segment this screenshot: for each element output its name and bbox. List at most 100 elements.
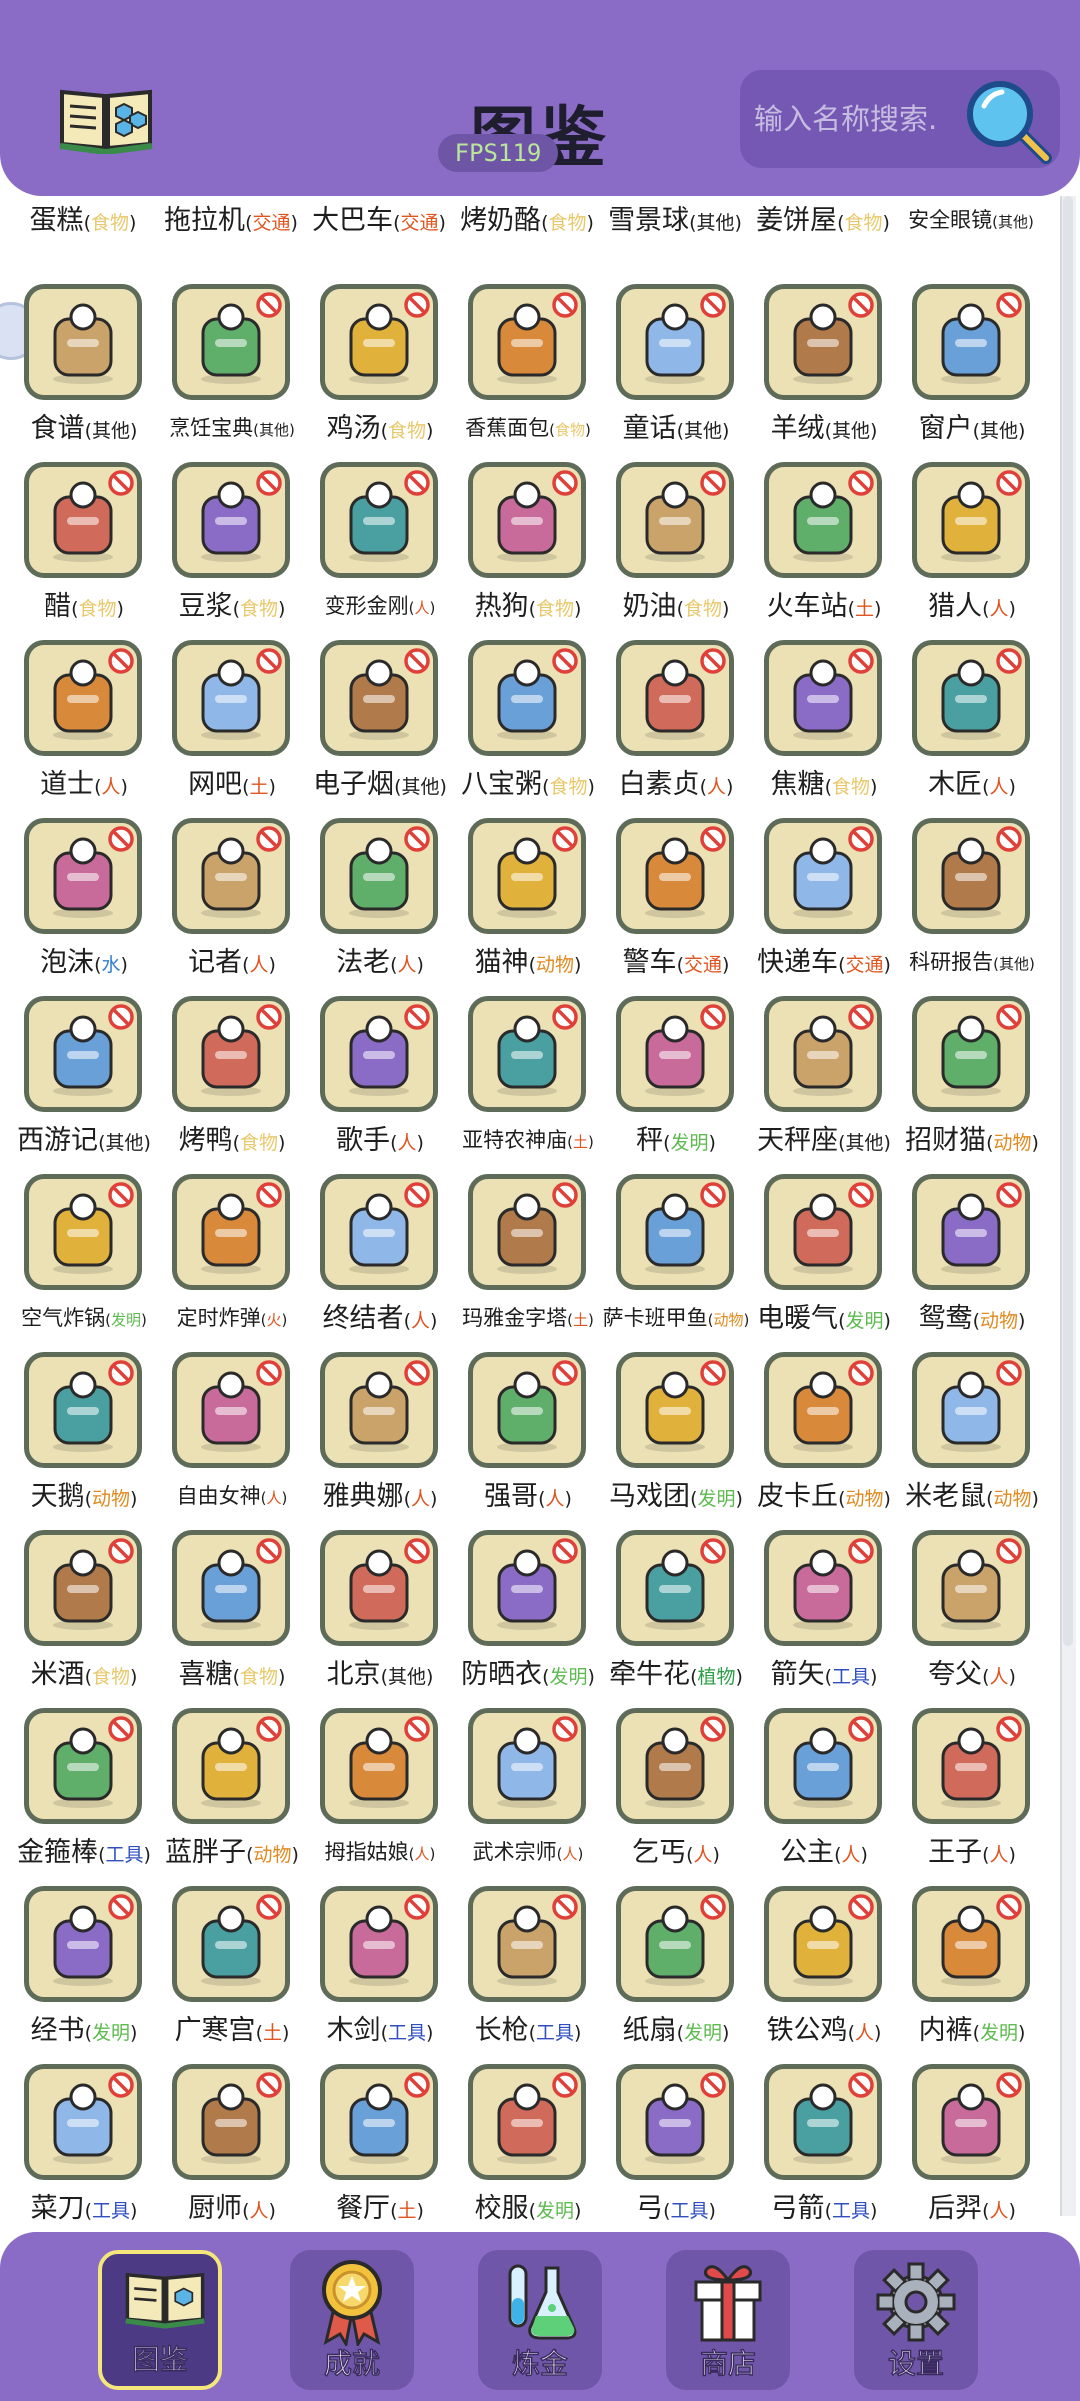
item-card[interactable]: 夸父(人) [888,1484,1036,1690]
item-card[interactable]: 北京(其他) [296,1484,444,1690]
item-card[interactable]: 歌手(人) [296,950,444,1156]
item-tile[interactable] [320,1708,438,1824]
item-card[interactable]: 强哥(人) [444,1306,592,1512]
item-tile[interactable] [172,1886,290,2002]
item-card[interactable]: 天秤座(其他) [740,950,891,1156]
item-tile[interactable] [764,1352,882,1468]
top-label[interactable]: 安全眼镜(其他) [886,204,1056,234]
item-tile[interactable] [172,1530,290,1646]
item-card[interactable]: 木匠(人) [888,594,1036,800]
item-card[interactable]: 金箍棒(工具) [0,1662,151,1868]
item-tile[interactable] [616,1352,734,1468]
item-tile[interactable] [172,284,290,400]
item-card[interactable]: 法老(人) [296,772,444,978]
item-tile[interactable] [912,1174,1030,1290]
item-card[interactable]: 米酒(食物) [0,1484,148,1690]
item-card[interactable]: 王子(人) [888,1662,1036,1868]
item-tile[interactable] [912,818,1030,934]
item-card[interactable]: 弓(工具) [592,2018,740,2224]
item-card[interactable]: 电暖气(发明) [740,1128,891,1334]
item-tile[interactable] [616,1174,734,1290]
item-card[interactable]: 空气炸锅(发明) [0,1128,148,1330]
item-card[interactable]: 牵牛花(植物) [592,1484,743,1690]
item-card[interactable]: 焦糖(食物) [740,594,888,800]
item-card[interactable]: 西游记(其他) [0,950,151,1156]
top-label[interactable]: 蛋糕(食物) [0,198,168,237]
item-card[interactable]: 厨师(人) [148,2018,296,2224]
item-tile[interactable] [912,1530,1030,1646]
item-tile[interactable] [468,1174,586,1290]
item-card[interactable]: 内裤(发明) [888,1840,1036,2046]
item-tile[interactable] [468,1886,586,2002]
item-tile[interactable] [24,1352,142,1468]
item-card[interactable]: 定时炸弹(火) [148,1128,296,1330]
item-tile[interactable] [616,2064,734,2180]
item-card[interactable]: 玛雅金字塔(土) [444,1128,594,1330]
top-label[interactable]: 烤奶酪(食物) [442,198,612,237]
item-card[interactable]: 萨卡班甲鱼(动物) [592,1128,749,1330]
item-card[interactable]: 菜刀(工具) [0,2018,148,2224]
item-card[interactable]: 电子烟(其他) [296,594,447,800]
nav-achievements[interactable]: 成就 [290,2250,414,2390]
item-tile[interactable] [24,640,142,756]
item-card[interactable]: 蓝胖子(动物) [148,1662,299,1868]
item-tile[interactable] [24,1174,142,1290]
item-tile[interactable] [468,1708,586,1824]
scrollbar-thumb[interactable] [1063,196,1073,1646]
item-tile[interactable] [616,1708,734,1824]
item-card[interactable]: 校服(发明) [444,2018,592,2224]
item-tile[interactable] [764,284,882,400]
item-tile[interactable] [172,1174,290,1290]
item-card[interactable]: 广寒宫(土) [148,1840,296,2046]
item-tile[interactable] [616,996,734,1112]
item-card[interactable]: 雅典娜(人) [296,1306,444,1512]
item-tile[interactable] [764,2064,882,2180]
item-tile[interactable] [912,2064,1030,2180]
top-label[interactable]: 雪景球(其他) [590,198,760,237]
item-card[interactable]: 后羿(人) [888,2018,1036,2224]
item-card[interactable]: 乞丐(人) [592,1662,740,1868]
item-card[interactable]: 羊绒(其他) [740,238,888,444]
item-tile[interactable] [24,1886,142,2002]
item-tile[interactable] [616,1530,734,1646]
nav-shop[interactable]: 商店 [666,2250,790,2390]
item-card[interactable]: 警车(交通) [592,772,740,978]
item-card[interactable]: 拇指姑娘(人) [296,1662,444,1864]
item-tile[interactable] [320,818,438,934]
item-card[interactable]: 白素贞(人) [592,594,740,800]
item-card[interactable]: 招财猫(动物) [888,950,1039,1156]
item-tile[interactable] [24,996,142,1112]
item-card[interactable]: 奶油(食物) [592,416,740,622]
item-tile[interactable] [468,284,586,400]
item-card[interactable]: 八宝粥(食物) [444,594,595,800]
item-card[interactable]: 公主(人) [740,1662,888,1868]
item-tile[interactable] [24,1530,142,1646]
item-card[interactable]: 弓箭(工具) [740,2018,888,2224]
item-card[interactable]: 秤(发明) [592,950,740,1156]
item-card[interactable]: 火车站(土) [740,416,888,622]
item-card[interactable]: 猫神(动物) [444,772,592,978]
item-tile[interactable] [320,2064,438,2180]
item-card[interactable]: 变形金刚(人) [296,416,444,618]
item-card[interactable]: 香蕉面包(食物) [444,238,592,440]
item-tile[interactable] [24,1708,142,1824]
magnifier-icon[interactable] [962,78,1052,164]
item-tile[interactable] [468,996,586,1112]
item-tile[interactable] [320,1174,438,1290]
item-card[interactable]: 自由女神(人) [148,1306,296,1508]
item-tile[interactable] [172,818,290,934]
item-tile[interactable] [764,818,882,934]
item-tile[interactable] [764,640,882,756]
item-tile[interactable] [172,1352,290,1468]
nav-alchemy[interactable]: 炼金 [478,2250,602,2390]
item-card[interactable]: 喜糖(食物) [148,1484,296,1690]
item-card[interactable]: 童话(其他) [592,238,740,444]
item-card[interactable]: 窗户(其他) [888,238,1036,444]
item-tile[interactable] [912,462,1030,578]
item-tile[interactable] [912,284,1030,400]
item-tile[interactable] [468,462,586,578]
item-card[interactable]: 马戏团(发明) [592,1306,743,1512]
item-tile[interactable] [468,1352,586,1468]
item-tile[interactable] [320,1886,438,2002]
item-tile[interactable] [764,1530,882,1646]
